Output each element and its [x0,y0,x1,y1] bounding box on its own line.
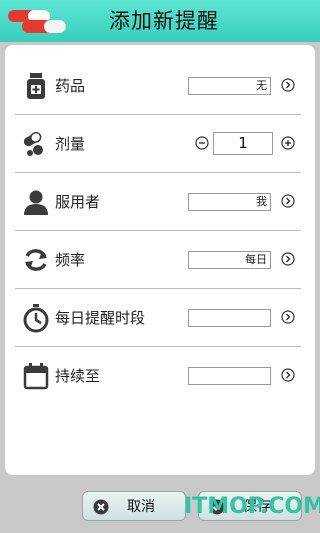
person-icon [24,190,48,215]
minus-circle-icon[interactable] [195,136,209,150]
cancel-button[interactable]: 取消 [82,491,186,521]
chevron-right-circle-icon[interactable] [281,368,295,382]
pills-icon [23,131,43,156]
frequency-row[interactable]: 频率 每日 [15,231,301,289]
reminder-form: 药品 无 剂量 1 服用者 我 频率 每日 每日提醒时段 持续至 [5,45,315,475]
chevron-right-circle-icon[interactable] [281,310,295,324]
medicine-field[interactable]: 无 [188,77,271,95]
medicine-row[interactable]: 药品 无 [15,57,301,115]
time-slot-field[interactable] [188,309,271,327]
end-date-row[interactable]: 持续至 [15,347,301,405]
user-label: 服用者 [55,193,101,211]
dosage-input[interactable]: 1 [213,132,273,155]
time-slot-label: 每日提醒时段 [55,309,146,327]
chevron-right-circle-icon[interactable] [281,78,295,92]
dosage-row: 剂量 1 [15,115,301,173]
calendar-icon [23,363,49,390]
refresh-icon [25,249,47,271]
chevron-right-circle-icon[interactable] [281,252,295,266]
end-date-label: 持续至 [55,367,101,385]
close-circle-icon [93,499,109,515]
chevron-right-circle-icon[interactable] [281,194,295,208]
frequency-label: 频率 [55,251,86,269]
plus-circle-icon[interactable] [281,136,295,150]
cancel-label: 取消 [127,499,155,515]
page-title: 添加新提醒 [109,9,219,33]
time-slot-row[interactable]: 每日提醒时段 [15,289,301,347]
app-header: 添加新提醒 [0,0,320,42]
stopwatch-icon [23,304,49,333]
user-field[interactable]: 我 [188,193,271,211]
medicine-bottle-icon [27,73,45,99]
user-row[interactable]: 服用者 我 [15,173,301,231]
medicine-label: 药品 [55,77,86,95]
frequency-field[interactable]: 每日 [188,251,271,269]
end-date-field[interactable] [188,367,271,385]
dosage-label: 剂量 [55,135,86,153]
watermark: ITMOP.COM [184,494,320,519]
